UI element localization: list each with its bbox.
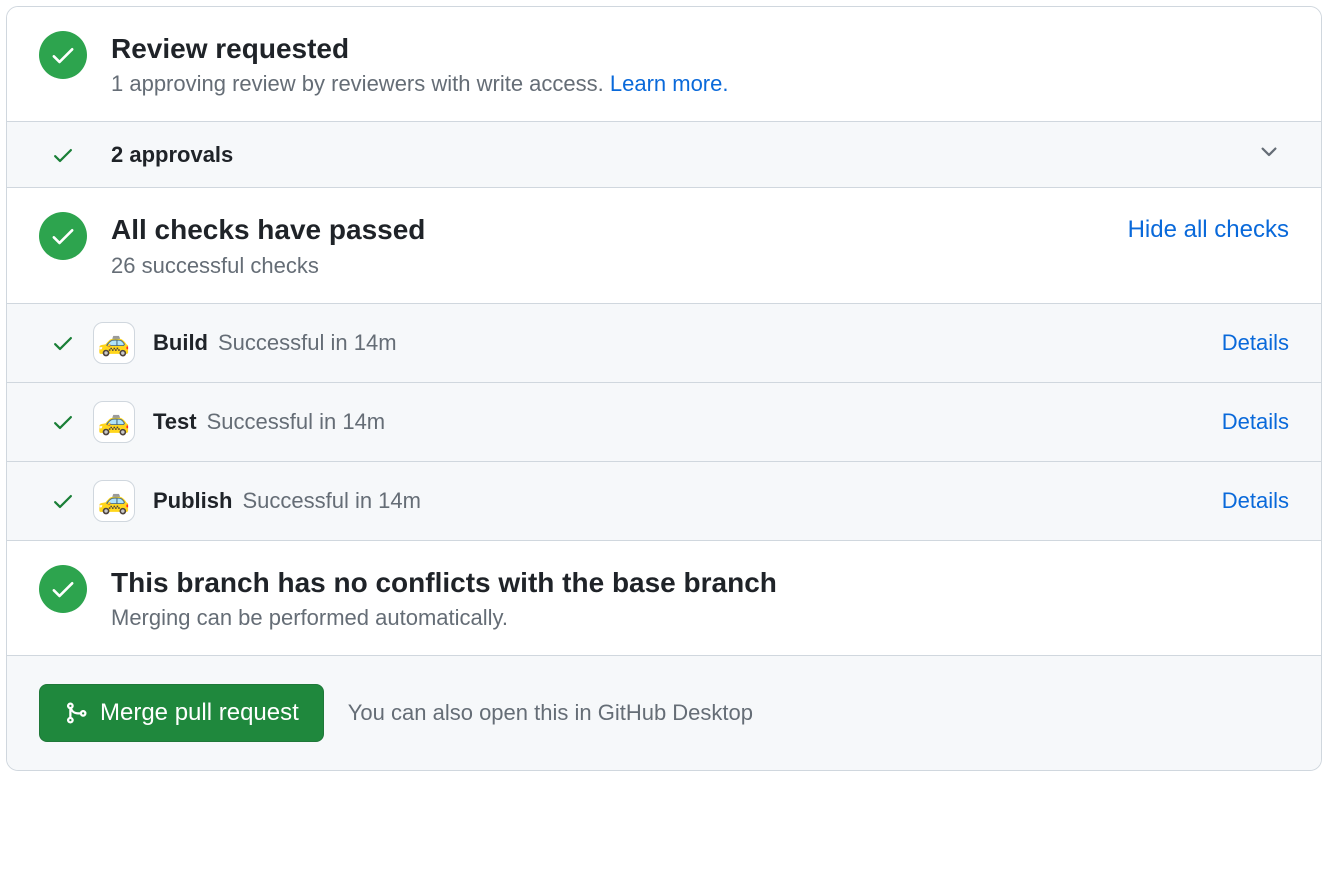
footer-text: You can also open this in GitHub Desktop — [348, 700, 753, 726]
check-name: Publish — [153, 488, 232, 514]
approvals-text: 2 approvals — [111, 142, 1233, 168]
approvals-row[interactable]: 2 approvals — [7, 121, 1321, 188]
check-name: Test — [153, 409, 197, 435]
merge-content: This branch has no conflicts with the ba… — [111, 565, 1289, 631]
merge-button-label: Merge pull request — [100, 699, 299, 727]
review-content: Review requested 1 approving review by r… — [111, 31, 1289, 97]
check-name: Build — [153, 330, 208, 356]
checks-subtitle: 26 successful checks — [111, 253, 1104, 279]
learn-more-link[interactable]: Learn more. — [610, 71, 729, 96]
workflow-avatar-icon: 🚕 — [93, 322, 135, 364]
review-section: Review requested 1 approving review by r… — [7, 7, 1321, 121]
check-icon — [51, 410, 75, 434]
merge-subtitle: Merging can be performed automatically. — [111, 605, 1289, 631]
details-link[interactable]: Details — [1222, 409, 1289, 435]
merge-footer: Merge pull request You can also open thi… — [7, 656, 1321, 770]
check-row: 🚕 Build Successful in 14m Details — [7, 304, 1321, 383]
merge-title: This branch has no conflicts with the ba… — [111, 565, 1289, 601]
details-link[interactable]: Details — [1222, 330, 1289, 356]
check-row: 🚕 Publish Successful in 14m Details — [7, 462, 1321, 541]
check-circle-icon — [39, 212, 87, 260]
details-link[interactable]: Details — [1222, 488, 1289, 514]
check-text: Test Successful in 14m — [153, 409, 1204, 435]
merge-status-section: This branch has no conflicts with the ba… — [7, 541, 1321, 656]
chevron-down-icon — [1257, 140, 1281, 169]
checks-section: All checks have passed 26 successful che… — [7, 188, 1321, 303]
merge-pull-request-button[interactable]: Merge pull request — [39, 684, 324, 742]
review-subtitle-text: 1 approving review by reviewers with wri… — [111, 71, 610, 96]
workflow-avatar-icon: 🚕 — [93, 480, 135, 522]
check-circle-icon — [39, 31, 87, 79]
check-text: Build Successful in 14m — [153, 330, 1204, 356]
review-subtitle: 1 approving review by reviewers with wri… — [111, 71, 1289, 97]
check-icon — [51, 489, 75, 513]
check-status: Successful in 14m — [218, 330, 397, 356]
check-row: 🚕 Test Successful in 14m Details — [7, 383, 1321, 462]
pr-merge-panel: Review requested 1 approving review by r… — [6, 6, 1322, 771]
check-icon — [51, 143, 75, 167]
check-status: Successful in 14m — [207, 409, 386, 435]
check-icon — [51, 331, 75, 355]
workflow-avatar-icon: 🚕 — [93, 401, 135, 443]
review-title: Review requested — [111, 31, 1289, 67]
checks-title: All checks have passed — [111, 212, 1104, 248]
check-text: Publish Successful in 14m — [153, 488, 1204, 514]
git-merge-icon — [64, 701, 88, 725]
check-status: Successful in 14m — [242, 488, 421, 514]
hide-checks-link[interactable]: Hide all checks — [1128, 216, 1289, 244]
check-circle-icon — [39, 565, 87, 613]
checks-content: All checks have passed 26 successful che… — [111, 212, 1104, 278]
